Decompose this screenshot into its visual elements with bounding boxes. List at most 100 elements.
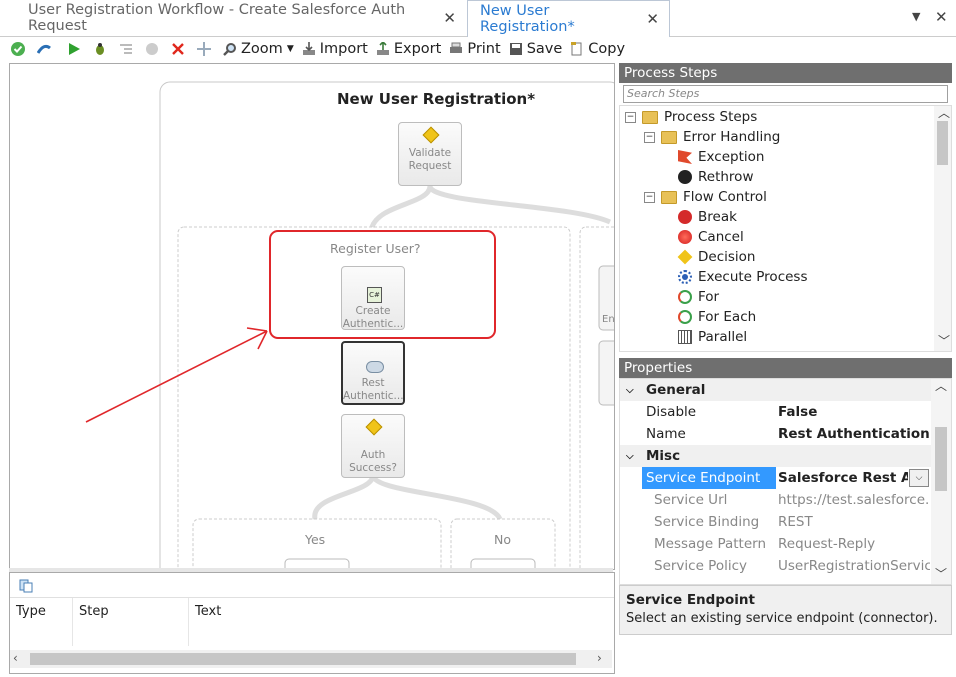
scroll-down-icon[interactable]: ﹀ — [935, 565, 947, 582]
folder-icon — [642, 110, 658, 124]
debug-button[interactable] — [93, 42, 111, 56]
close-icon[interactable]: ✕ — [443, 9, 456, 27]
property-name: Service Binding — [654, 514, 760, 530]
property-row-disable[interactable]: Disable False — [620, 401, 932, 423]
tree-label: Error Handling — [683, 129, 781, 145]
close-window-icon[interactable]: ✕ — [935, 8, 948, 26]
scroll-right-icon[interactable]: › — [597, 651, 602, 665]
vertical-scrollbar[interactable]: ︿ ﹀ — [931, 379, 951, 584]
property-value[interactable]: https://test.salesforce.cor — [778, 492, 930, 508]
scroll-thumb[interactable] — [935, 427, 947, 491]
category-general[interactable]: ⌵ General — [620, 379, 932, 401]
tab-workflow-auth-request[interactable]: User Registration Workflow - Create Sale… — [0, 0, 466, 36]
bug-icon — [96, 43, 104, 55]
tree-item-error-handling[interactable]: − Error Handling — [644, 127, 780, 147]
property-row-service-url[interactable]: Service Url https://test.salesforce.cor — [620, 489, 932, 511]
folder-icon — [661, 130, 677, 144]
scroll-thumb[interactable] — [937, 121, 948, 165]
property-row-service-endpoint[interactable]: Service EndpointSalesforce Rest Auth⌵ — [620, 467, 932, 489]
publish-icon — [37, 44, 51, 54]
property-name: Service Url — [654, 492, 728, 508]
run-button[interactable] — [67, 42, 85, 56]
column-header-step[interactable]: Step — [73, 598, 189, 646]
import-button[interactable]: Import — [302, 41, 368, 57]
property-row-service-binding[interactable]: Service Binding REST — [620, 511, 932, 533]
cloud-icon — [366, 361, 384, 373]
property-name: Service Endpoint — [642, 467, 776, 489]
property-name: Message Pattern — [654, 536, 767, 552]
scroll-up-icon[interactable]: ︿ — [935, 379, 947, 394]
publish-button[interactable] — [37, 42, 55, 56]
property-value[interactable]: False — [778, 404, 930, 420]
delete-button[interactable] — [171, 42, 189, 56]
column-header-text[interactable]: Text — [189, 598, 612, 646]
close-icon[interactable]: ✕ — [646, 10, 659, 28]
export-icon — [376, 42, 389, 55]
properties-grid: ⌵ General Disable False Name Rest Authentic… — [619, 378, 952, 585]
workflow-canvas[interactable]: New User Registration* Validate Request … — [9, 63, 615, 570]
delete-x-icon — [172, 43, 184, 55]
column-header-type[interactable]: Type — [10, 598, 73, 646]
scroll-down-icon[interactable]: ﹀ — [938, 332, 950, 349]
property-value[interactable]: Rest Authentication Co — [778, 426, 930, 442]
gear-icon — [678, 270, 692, 284]
chevron-down-icon[interactable]: ⌵ — [626, 385, 634, 396]
create-auth-node[interactable]: C# Create Authentic... — [341, 266, 405, 330]
dropdown-chevron-icon[interactable]: ⌵ — [909, 469, 929, 487]
copy-button[interactable]: Copy — [570, 41, 625, 57]
tree-item-decision[interactable]: Decision — [677, 247, 755, 267]
collapse-icon[interactable]: − — [644, 131, 655, 143]
rest-auth-node[interactable]: Rest Authentic... — [341, 341, 405, 405]
validate-request-node[interactable]: Validate Request — [398, 122, 462, 186]
property-name: Disable — [646, 404, 697, 420]
tab-list-dropdown-icon[interactable]: ▼ — [912, 10, 920, 23]
export-button[interactable]: Export — [376, 41, 441, 57]
property-value[interactable]: Request-Reply — [778, 536, 930, 552]
horizontal-scrollbar[interactable]: ‹ › — [10, 650, 612, 668]
property-row-service-policy[interactable]: Service Policy UserRegistrationServiceP — [620, 555, 932, 577]
property-value[interactable]: REST — [778, 514, 930, 530]
tree-item-break[interactable]: Break — [678, 207, 737, 227]
save-label: Save — [526, 41, 563, 57]
messages-table: Type Step Text — [10, 597, 614, 646]
tree-item-rethrow[interactable]: Rethrow — [678, 167, 753, 187]
collapse-icon[interactable]: − — [644, 191, 655, 203]
vertical-scrollbar[interactable]: ︿ ﹀ — [934, 106, 951, 351]
scroll-up-icon[interactable]: ︿ — [938, 106, 950, 121]
tree-item-exception[interactable]: Exception — [678, 147, 764, 167]
scroll-left-icon[interactable]: ‹ — [13, 651, 18, 665]
tab-label: User Registration Workflow - Create Sale… — [28, 2, 406, 34]
tree-label: Parallel — [698, 329, 748, 345]
tree-label: Execute Process — [698, 269, 808, 285]
pan-button[interactable] — [197, 42, 215, 56]
validate-button[interactable] — [11, 42, 29, 56]
chevron-down-icon[interactable]: ⌵ — [626, 451, 634, 462]
save-button[interactable]: Save — [509, 41, 563, 57]
property-row-name[interactable]: Name Rest Authentication Co — [620, 423, 932, 445]
tree-item-cancel[interactable]: Cancel — [678, 227, 744, 247]
search-steps-input[interactable]: Search Steps — [623, 85, 948, 103]
category-misc[interactable]: ⌵ Misc — [620, 445, 932, 467]
print-button[interactable]: Print — [449, 41, 501, 57]
scroll-thumb[interactable] — [30, 653, 576, 665]
tab-new-user-registration[interactable]: New User Registration* ✕ — [467, 0, 670, 37]
tree-item-flow-control[interactable]: − Flow Control — [644, 187, 767, 207]
tree-item-for[interactable]: For — [678, 287, 719, 307]
category-label: General — [646, 382, 706, 398]
tree-item-parallel[interactable]: Parallel — [678, 327, 747, 347]
auth-success-node[interactable]: Auth Success? — [341, 414, 405, 478]
copy-icon[interactable] — [19, 579, 33, 593]
tree-item-process-steps[interactable]: − Process Steps — [625, 107, 757, 127]
folder-icon — [661, 190, 677, 204]
messages-panel: Type Step Text ‹ › — [9, 572, 615, 674]
property-name: Service Policy — [654, 558, 748, 574]
property-value[interactable]: Salesforce Rest Auth — [778, 470, 908, 486]
tree-item-for-each[interactable]: For Each — [678, 307, 756, 327]
red-circle-icon — [678, 230, 692, 244]
property-value[interactable]: UserRegistrationServiceP — [778, 558, 930, 574]
node-label: Create Authentic... — [342, 305, 404, 330]
property-row-message-pattern[interactable]: Message Pattern Request-Reply — [620, 533, 932, 555]
collapse-icon[interactable]: − — [625, 111, 636, 123]
tree-item-execute-process[interactable]: Execute Process — [678, 267, 808, 287]
zoom-button[interactable]: Zoom ▼ — [223, 41, 294, 57]
